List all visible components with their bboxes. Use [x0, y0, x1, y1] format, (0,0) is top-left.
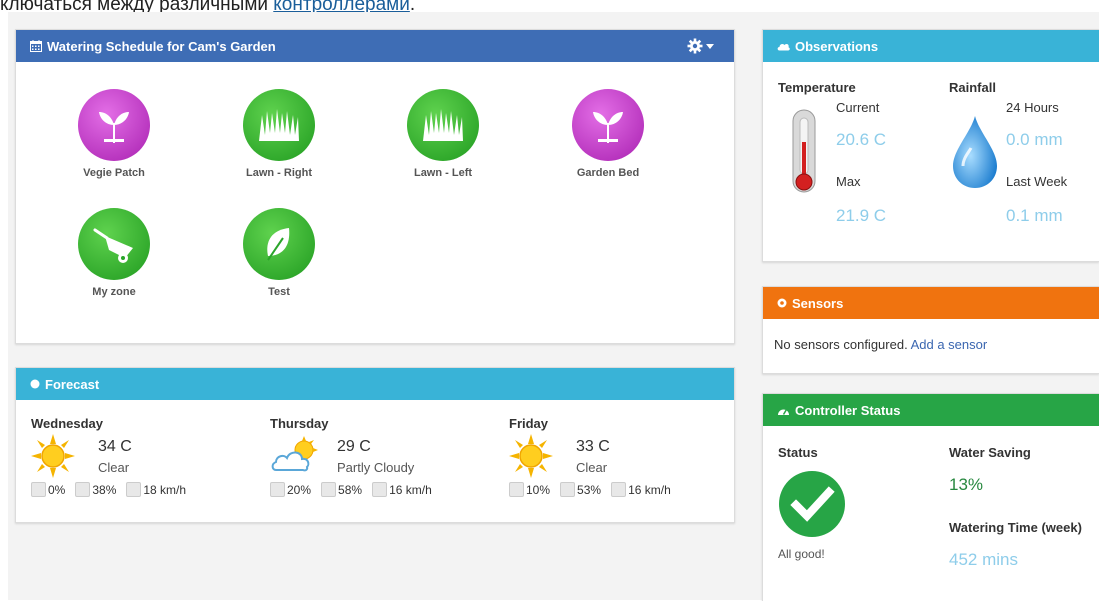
observations-panel: Observations Temperature Current 20.6 C …: [762, 29, 1099, 262]
sensor-icon: [777, 298, 787, 308]
water-saving-value: 13%: [949, 475, 984, 494]
humidity-icon: [321, 482, 337, 497]
watering-time-value: 452 mins: [949, 550, 1018, 569]
wheelbarrow-icon: [93, 228, 133, 263]
sensors-panel: Sensors No sensors configured. Add a sen…: [762, 286, 1099, 374]
day-temperature: 33 C: [576, 438, 610, 455]
day-stats: 0% 38% 18 km/h: [31, 482, 186, 497]
rain-chance-icon: [270, 482, 285, 497]
wind-flag-icon: [126, 482, 142, 497]
thermometer-icon: [787, 108, 821, 205]
forecast-day-wednesday: Wednesday 34 C Clear 0% 38% 18 km/h: [31, 416, 251, 497]
max-label: Max: [836, 174, 861, 189]
zone-label: My zone: [92, 286, 136, 298]
zone-label: Lawn - Right: [246, 167, 312, 179]
sun-icon: [31, 434, 75, 483]
current-label: Current: [836, 100, 880, 115]
leaf-icon: [267, 228, 290, 261]
rainfall-label: Rainfall: [949, 80, 996, 95]
last-week-label: Last Week: [1006, 174, 1068, 189]
sprout-icon: [593, 112, 623, 143]
rainfall-24h: 0.0 mm: [1006, 130, 1063, 149]
cloud-icon: [777, 41, 790, 51]
day-stats: 10% 53% 16 km/h: [509, 482, 671, 497]
observations-title: Observations: [795, 38, 879, 54]
day-name: Friday: [509, 416, 549, 431]
sensors-title: Sensors: [792, 295, 844, 311]
zone-label: Test: [268, 286, 290, 298]
current-temperature: 20.6 C: [836, 130, 887, 149]
dashboard-icon: [777, 405, 790, 416]
schedule-title: Watering Schedule for Cam's Garden: [47, 38, 276, 54]
forecast-day-thursday: Thursday 29 C Partly Cloudy 20% 58% 16 k…: [270, 416, 490, 497]
24-hours-label: 24 Hours: [1006, 100, 1059, 115]
sun-icon: [509, 434, 553, 483]
add-sensor-link[interactable]: Add a sensor: [911, 337, 988, 352]
wind-flag-icon: [611, 482, 627, 497]
rainfall-week: 0.1 mm: [1006, 206, 1063, 225]
water-saving-label: Water Saving: [949, 445, 1031, 460]
max-temperature: 21.9 C: [836, 206, 887, 225]
grass-icon: [423, 109, 463, 141]
zone-label: Vegie Patch: [83, 167, 145, 179]
sensors-header: Sensors: [763, 287, 1099, 319]
rain-chance-icon: [31, 482, 46, 497]
settings-gear-icon[interactable]: [687, 38, 714, 54]
forecast-day-friday: Friday 33 C Clear 10% 53% 16 km/h: [509, 416, 729, 497]
day-stats: 20% 58% 16 km/h: [270, 482, 432, 497]
zone-vegie-patch[interactable]: Vegie Patch: [54, 89, 174, 179]
schedule-header: Watering Schedule for Cam's Garden: [16, 30, 734, 62]
controller-status-header: Controller Status: [763, 394, 1099, 426]
watering-time-label: Watering Time (week): [949, 520, 1082, 535]
forecast-panel: Forecast Wednesday 34 C Clear 0% 38% 18 …: [15, 367, 735, 523]
controller-status-title: Controller Status: [795, 402, 901, 418]
checkmark-icon: [778, 470, 846, 543]
forecast-header: Forecast: [16, 368, 734, 400]
forecast-title: Forecast: [45, 376, 100, 392]
status-text: All good!: [778, 547, 825, 561]
day-name: Thursday: [270, 416, 329, 431]
calendar-icon: [30, 40, 42, 52]
watering-schedule-panel: Watering Schedule for Cam's Garden Vegie…: [15, 29, 735, 344]
sensors-message: No sensors configured. Add a sensor: [774, 337, 988, 352]
zone-label: Lawn - Left: [413, 167, 473, 179]
water-drop-icon: [949, 114, 1001, 195]
status-label: Status: [778, 445, 818, 460]
day-condition: Partly Cloudy: [337, 460, 415, 475]
temperature-label: Temperature: [778, 80, 856, 95]
day-condition: Clear: [98, 460, 130, 475]
zone-my-zone[interactable]: My zone: [54, 208, 174, 298]
rain-chance-icon: [509, 482, 524, 497]
day-temperature: 34 C: [98, 438, 132, 455]
wind-flag-icon: [372, 482, 388, 497]
day-condition: Clear: [576, 460, 608, 475]
day-temperature: 29 C: [337, 438, 371, 455]
humidity-icon: [560, 482, 576, 497]
zone-garden-bed[interactable]: Garden Bed: [548, 89, 668, 179]
circle-icon: [30, 379, 40, 389]
zone-lawn-right[interactable]: Lawn - Right: [219, 89, 339, 179]
day-name: Wednesday: [31, 416, 104, 431]
controller-status-panel: Controller Status Status All good! Water…: [762, 393, 1099, 601]
partly-cloudy-icon: [270, 434, 324, 483]
zone-test[interactable]: Test: [219, 208, 339, 298]
sprout-icon: [99, 112, 129, 143]
humidity-icon: [75, 482, 91, 497]
grass-icon: [259, 109, 299, 141]
observations-header: Observations: [763, 30, 1099, 62]
zone-label: Garden Bed: [576, 167, 640, 179]
zone-lawn-left[interactable]: Lawn - Left: [383, 89, 503, 179]
